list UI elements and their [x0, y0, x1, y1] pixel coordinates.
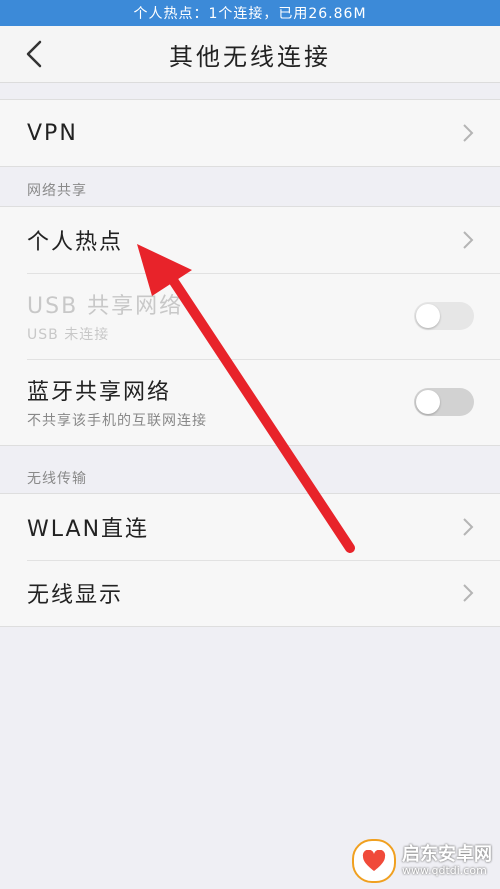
usb-tethering-status: USB 未连接 — [27, 327, 110, 343]
section-header-network-sharing: 网络共享 — [27, 183, 87, 199]
wlan-direct-label: WLAN直连 — [27, 517, 150, 542]
chevron-right-icon — [463, 231, 474, 249]
back-button[interactable] — [14, 34, 54, 74]
heart-icon — [362, 850, 386, 871]
hotspot-label: 个人热点 — [27, 230, 124, 255]
page-title: 其他无线连接 — [169, 42, 331, 71]
chevron-right-icon — [463, 518, 474, 536]
toggle-knob — [416, 390, 440, 414]
chevron-right-icon — [463, 584, 474, 602]
bluetooth-tethering-toggle[interactable] — [414, 388, 474, 416]
section-header-wireless-transfer: 无线传输 — [27, 471, 87, 487]
chevron-right-icon — [463, 124, 474, 142]
status-bar-text: 个人热点：1个连接，已用26.86M — [133, 6, 367, 22]
watermark: 启东安卓网 www.qdtdi.com — [352, 839, 492, 883]
usb-tethering-row: USB 共享网络 USB 未连接 — [0, 273, 500, 359]
wlan-direct-row[interactable]: WLAN直连 — [0, 494, 500, 560]
hotspot-row[interactable]: 个人热点 — [0, 207, 500, 273]
vpn-group: VPN — [0, 99, 500, 167]
bluetooth-tethering-label: 蓝牙共享网络 — [27, 380, 172, 405]
toggle-knob — [416, 304, 440, 328]
chevron-left-icon — [26, 40, 42, 68]
network-sharing-group: 个人热点 USB 共享网络 USB 未连接 蓝牙共享网络 不共享该手机的互联网连… — [0, 206, 500, 446]
status-bar: 个人热点：1个连接，已用26.86M — [0, 0, 500, 26]
bluetooth-tethering-status: 不共享该手机的互联网连接 — [27, 413, 207, 429]
watermark-title: 启东安卓网 — [402, 844, 492, 866]
watermark-url: www.qdtdi.com — [402, 863, 487, 877]
usb-tethering-toggle[interactable] — [414, 302, 474, 330]
watermark-logo — [352, 839, 396, 883]
title-bar: 其他无线连接 — [0, 26, 500, 83]
vpn-row[interactable]: VPN — [0, 100, 500, 166]
usb-tethering-label: USB 共享网络 — [27, 294, 184, 319]
wireless-transfer-group: WLAN直连 无线显示 — [0, 493, 500, 627]
bluetooth-tethering-row[interactable]: 蓝牙共享网络 不共享该手机的互联网连接 — [0, 359, 500, 445]
wireless-display-label: 无线显示 — [27, 583, 124, 608]
vpn-label: VPN — [27, 120, 78, 146]
wireless-display-row[interactable]: 无线显示 — [0, 560, 500, 626]
